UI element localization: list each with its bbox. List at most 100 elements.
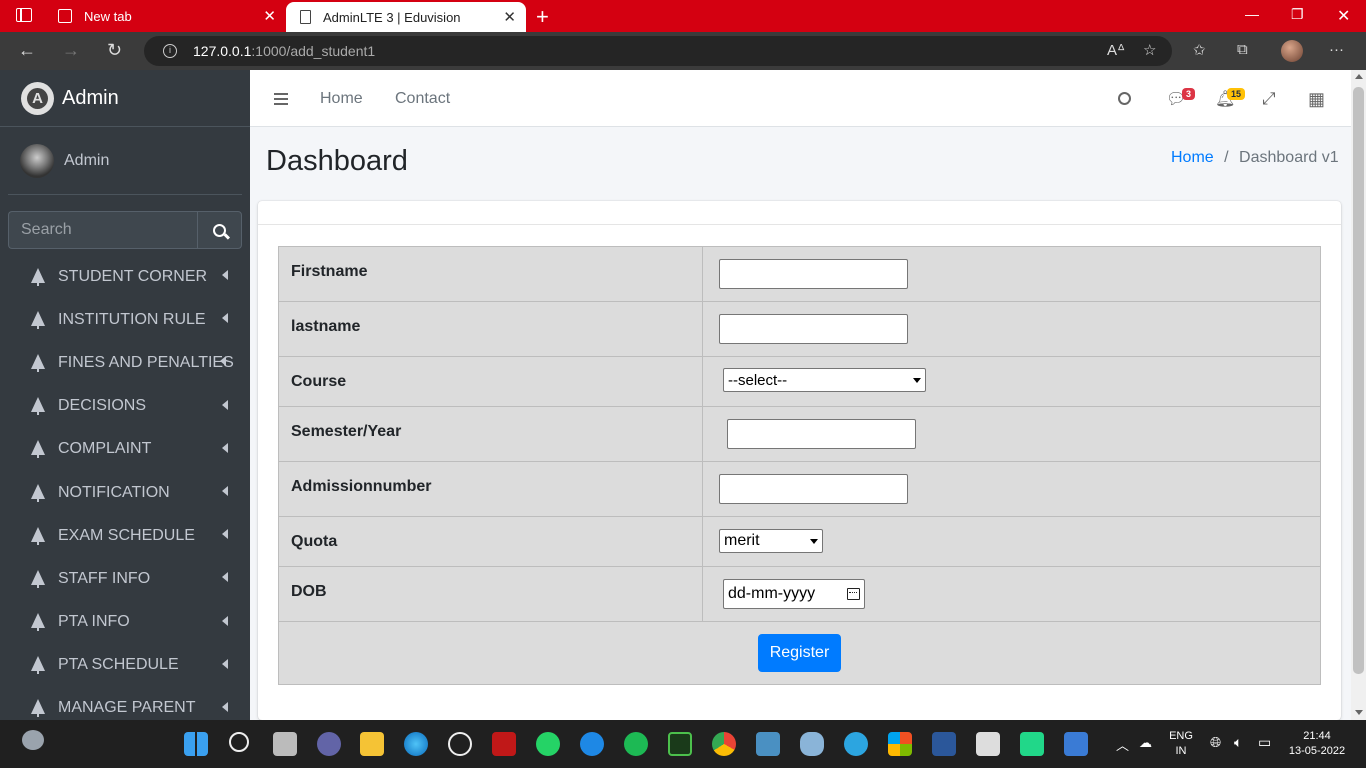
sidebar-search-button[interactable] [197,211,242,249]
close-tab-icon[interactable]: ✕ [263,7,276,25]
read-aloud-icon[interactable]: Aᐞ [1107,41,1125,59]
profile-avatar[interactable] [1281,40,1303,62]
edge-browser-icon[interactable] [404,732,428,756]
dob-label: DOB [278,566,703,622]
breadcrumb: Home / Dashboard v1 [1171,149,1339,167]
minimize-icon[interactable]: — [1245,6,1259,22]
sidebar-item-exam-schedule[interactable]: EXAM SCHEDULE [0,514,250,557]
tab-new-tab[interactable]: New tab ✕ [48,0,286,32]
battery-icon[interactable]: ▭ [1258,734,1271,751]
windows-taskbar: ︿ ☁ ENG IN 🌐︎ 🔈︎ ▭ 21:44 13-05-2022 [0,720,1366,768]
control-sidebar-grid-icon[interactable]: ▦ [1308,89,1325,110]
quota-select[interactable]: merit [719,529,823,553]
word-icon[interactable] [932,732,956,756]
scrollbar-thumb[interactable] [1353,87,1364,674]
calendar-icon[interactable] [847,588,860,600]
add-favorite-icon[interactable]: ☆ [1143,41,1156,59]
app-icon[interactable] [448,732,472,756]
sidebar-item-pta-schedule[interactable]: PTA SCHEDULE [0,644,250,687]
sidebar-item-manage-parent[interactable]: MANAGE PARENT [0,687,250,720]
student-form-table: Firstname lastname Course --select-- Sem… [278,246,1321,685]
page-scrollbar[interactable] [1351,70,1366,720]
user-panel[interactable]: Admin [8,127,242,195]
sidebar-search-input[interactable] [8,211,197,249]
top-navbar: Home Contact 💬︎ 3 🔔︎ 15 ⤢ ▦ [250,70,1351,127]
pycharm-icon[interactable] [1020,732,1044,756]
fullscreen-icon[interactable]: ⤢ [1262,89,1276,109]
tab-label: AdminLTE 3 | Eduvision [323,9,461,25]
tab-actions-icon[interactable] [16,8,32,22]
restore-icon[interactable]: ❐ [1291,6,1304,23]
tab-adminlte[interactable]: AdminLTE 3 | Eduvision ✕ [286,2,526,32]
scroll-down-arrow-icon[interactable] [1355,710,1363,715]
start-windows-icon[interactable] [184,732,208,756]
clock[interactable]: 21:44 13-05-2022 [1287,730,1347,757]
file-explorer-icon[interactable] [360,732,384,756]
forward-arrow-icon[interactable]: → [62,40,80,61]
sidebar-item-complaint[interactable]: COMPLAINT [0,428,250,471]
collections-icon[interactable]: ⧉ [1237,41,1248,58]
favorites-icon[interactable]: ✩ [1193,41,1206,59]
photos-icon[interactable] [1064,732,1088,756]
navbar-search-button[interactable] [1118,92,1131,105]
close-window-icon[interactable]: ✕ [1337,6,1350,26]
sidebar-item-staff-info[interactable]: STAFF INFO [0,557,250,600]
teams-chat-icon[interactable] [317,732,341,756]
close-tab-icon[interactable]: ✕ [503,8,516,26]
url-field[interactable]: i 127.0.0.1:1000/add_student1 [144,36,1172,66]
hamburger-menu-icon[interactable] [274,93,288,105]
lastname-field[interactable] [719,314,908,344]
sidebar-item-fines-and-penalties[interactable]: FINES AND PENALTIES [0,341,250,384]
course-select[interactable]: --select-- [723,368,926,392]
date-label: 13-05-2022 [1288,745,1346,757]
semester-field[interactable] [727,419,916,449]
whatsapp-icon[interactable] [536,732,560,756]
quota-selected-value: merit [724,532,760,549]
dreamweaver-icon[interactable] [668,732,692,756]
chevron-up-icon[interactable]: ︿ [1116,735,1129,754]
refresh-icon[interactable]: ↻ [107,40,122,61]
weather-widget-icon[interactable] [22,730,44,750]
spotify-icon[interactable] [624,732,648,756]
onedrive-cloud-icon[interactable]: ☁ [1139,735,1152,751]
nav-contact-link[interactable]: Contact [395,90,450,108]
firstname-field[interactable] [719,259,908,289]
telegram-icon[interactable] [844,732,868,756]
sidebar-item-pta-info[interactable]: PTA INFO [0,601,250,644]
sidebar-item-label: COMPLAINT [58,440,152,458]
dolphin-app-icon[interactable] [800,732,824,756]
chrome-icon[interactable] [712,732,736,756]
speaker-icon[interactable]: 🔈︎ [1234,734,1242,751]
new-tab-plus-icon[interactable]: + [536,4,549,30]
chevron-left-icon [222,572,228,583]
help-icon[interactable] [580,732,604,756]
table-row: lastname [278,301,1321,357]
nav-home-link[interactable]: Home [320,90,363,108]
sidebar-item-label: INSTITUTION RULE [58,310,206,328]
sidebar-item-notification[interactable]: NOTIFICATION [0,471,250,514]
chevron-left-icon [222,313,228,324]
language-indicator[interactable]: ENG IN [1166,730,1196,757]
notepad-icon[interactable] [756,732,780,756]
tree-icon [31,613,45,632]
globe-network-icon[interactable]: 🌐︎ [1210,734,1221,751]
dob-date-field[interactable]: dd-mm-yyyy [723,579,865,609]
sidebar-item-institution-rule[interactable]: INSTITUTION RULE [0,298,250,341]
more-menu-icon[interactable]: ··· [1329,41,1344,58]
app-window-icon[interactable] [976,732,1000,756]
admission-number-field[interactable] [719,474,908,504]
scroll-up-arrow-icon[interactable] [1355,74,1363,79]
breadcrumb-home-link[interactable]: Home [1171,149,1214,166]
mcafee-icon[interactable] [492,732,516,756]
register-button[interactable]: Register [758,634,841,672]
sidebar-item-student-corner[interactable]: STUDENT CORNER [0,255,250,298]
back-arrow-icon[interactable]: ← [18,40,36,61]
sidebar-item-label: FINES AND PENALTIES [58,353,234,371]
task-view-icon[interactable] [273,732,297,756]
sidebar-item-decisions[interactable]: DECISIONS [0,385,250,428]
microsoft-store-icon[interactable] [888,732,912,756]
url-host: 127.0.0.1 [193,43,252,59]
site-info-icon[interactable]: i [163,44,177,58]
brand-link[interactable]: A Admin [0,70,250,127]
search-icon[interactable] [229,732,249,752]
